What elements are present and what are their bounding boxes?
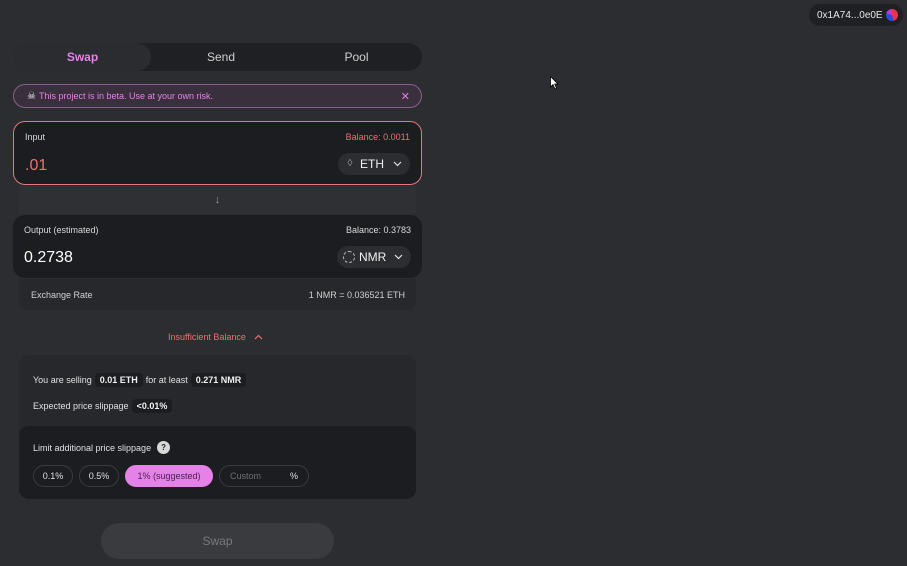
output-panel: Output (estimated) Balance: 0.3783 0.273… <box>13 215 422 278</box>
beta-banner: ☠ This project is in beta. Use at your o… <box>13 84 422 108</box>
nmr-icon <box>343 251 355 263</box>
input-panel: Input Balance: 0.0011 .01 ◊ ETH <box>13 121 422 185</box>
input-token-select[interactable]: ◊ ETH <box>338 153 410 175</box>
input-label: Input <box>25 132 46 142</box>
swap-direction-arrow[interactable]: ↓ <box>19 186 416 214</box>
insufficient-balance-toggle[interactable]: Insufficient Balance <box>168 332 263 342</box>
output-label: Output (estimated) <box>24 225 99 235</box>
tab-pool[interactable]: Pool <box>291 43 422 71</box>
slippage-value: <0.01% <box>131 399 173 413</box>
selling-prefix: You are selling <box>33 375 92 385</box>
transaction-details: You are selling 0.01 ETH for at least 0.… <box>19 355 416 499</box>
help-icon[interactable]: ? <box>157 441 171 454</box>
exchange-rate-label: Exchange Rate <box>31 289 93 300</box>
mouse-cursor-icon <box>550 76 559 90</box>
wallet-address: 0x1A74...0e0E <box>817 9 883 21</box>
close-icon[interactable]: ✕ <box>401 90 410 103</box>
output-balance: Balance: 0.3783 <box>345 225 411 235</box>
nav-tabs: Swap Send Pool <box>14 43 422 71</box>
wallet-avatar-icon <box>886 9 898 21</box>
output-token-select[interactable]: NMR <box>337 246 411 268</box>
receive-amount: 0.271 NMR <box>190 373 247 387</box>
for-at-least-text: for at least <box>145 375 188 385</box>
slippage-option-0-1[interactable]: 0.1% <box>33 465 73 487</box>
tab-swap[interactable]: Swap <box>14 43 151 71</box>
slippage-limit-title: Limit additional price slippage ? <box>33 441 171 454</box>
wallet-button[interactable]: 0x1A74...0e0E <box>809 4 903 26</box>
slippage-option-1-suggested[interactable]: 1% (suggested) <box>125 465 213 487</box>
arrow-down-icon: ↓ <box>214 194 221 206</box>
custom-slippage-field[interactable]: % <box>219 465 309 487</box>
chevron-down-icon <box>394 254 403 260</box>
input-balance: Balance: 0.0011 <box>345 132 410 142</box>
selling-summary: You are selling 0.01 ETH for at least 0.… <box>33 373 249 387</box>
output-amount-field[interactable]: 0.2738 <box>24 249 73 267</box>
slippage-label: Expected price slippage <box>33 401 129 411</box>
tab-send[interactable]: Send <box>151 43 291 71</box>
exchange-rate-row: Exchange Rate 1 NMR = 0.036521 ETH <box>19 279 416 310</box>
slippage-row: Expected price slippage <0.01% <box>33 399 175 413</box>
exchange-rate-value: 1 NMR = 0.036521 ETH <box>308 289 405 300</box>
slippage-options: 0.1% 0.5% 1% (suggested) % <box>33 465 309 487</box>
output-token-symbol: NMR <box>359 250 387 264</box>
eth-icon: ◊ <box>347 158 353 169</box>
slippage-limit-label: Limit additional price slippage <box>33 442 152 453</box>
beta-banner-text: This project is in beta. Use at your own… <box>38 91 214 101</box>
skull-icon: ☠ <box>27 90 36 102</box>
chevron-up-icon <box>254 334 263 340</box>
input-token-symbol: ETH <box>360 157 384 171</box>
swap-button[interactable]: Swap <box>101 523 334 559</box>
slippage-limit-panel: Limit additional price slippage ? 0.1% 0… <box>19 426 416 499</box>
chevron-down-icon <box>393 161 402 167</box>
input-amount-field[interactable]: .01 <box>25 157 47 175</box>
percent-suffix: % <box>289 471 298 481</box>
slippage-option-0-5[interactable]: 0.5% <box>79 465 119 487</box>
insufficient-balance-text: Insufficient Balance <box>168 332 246 342</box>
selling-amount: 0.01 ETH <box>94 373 143 387</box>
custom-slippage-input[interactable] <box>230 471 286 481</box>
